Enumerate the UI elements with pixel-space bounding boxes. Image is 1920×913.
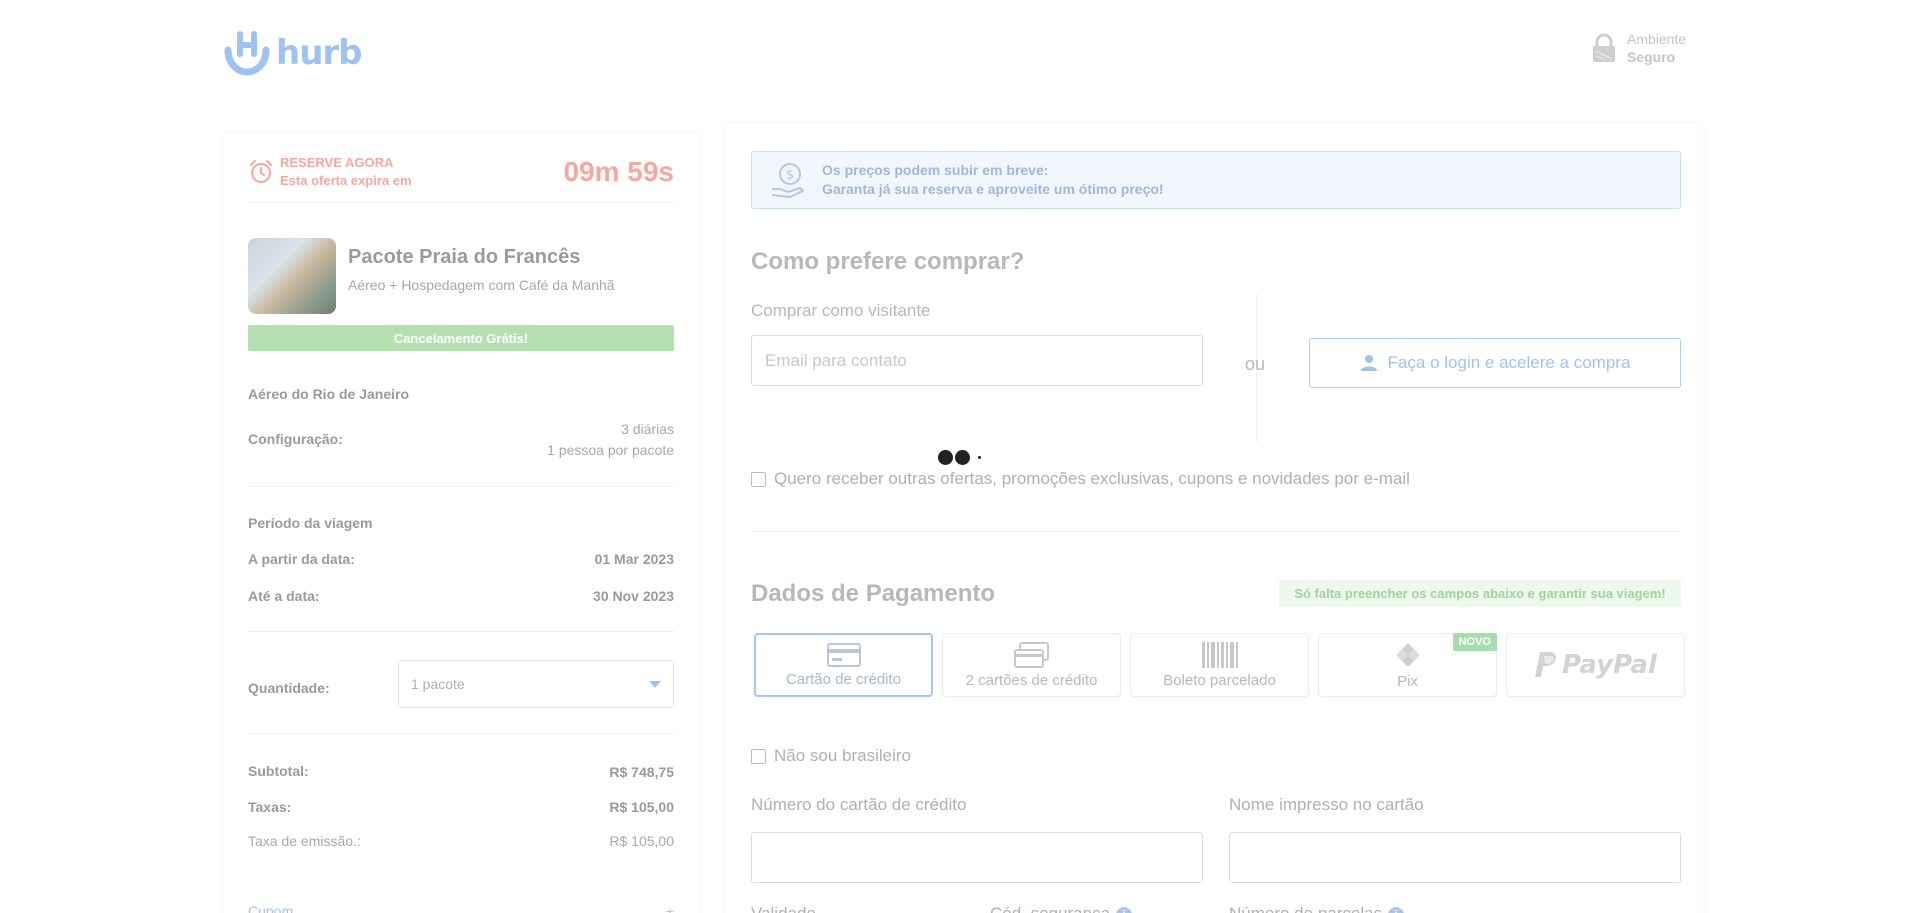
new-badge: NOVO — [1452, 633, 1497, 651]
section-divider — [751, 531, 1681, 532]
quantity-label: Quantidade: — [248, 680, 330, 696]
info-icon[interactable]: i — [1116, 906, 1133, 913]
config-value: 3 diárias 1 pessoa por pacote — [547, 419, 674, 461]
countdown: RESERVE AGORA Esta oferta expira em 09m … — [248, 153, 674, 203]
subtotal-label: Subtotal: — [248, 763, 309, 779]
coupon-label: Cupom — [248, 903, 294, 913]
free-cancellation-badge: Cancelamento Grátis! — [248, 325, 674, 351]
credit-card-icon — [826, 642, 861, 667]
brand-name: hurb — [276, 33, 363, 73]
security-code-text: Cód. segurança — [990, 904, 1110, 913]
payment-option-label: Cartão de crédito — [785, 670, 902, 688]
subtotal-value: R$ 748,75 — [609, 764, 674, 780]
coupon-toggle[interactable]: Cupom + — [248, 903, 674, 913]
newsletter-checkbox[interactable] — [751, 471, 766, 487]
checkout-form: $ Os preços podem subir em breve: Garant… — [725, 124, 1703, 913]
installments-label: Número de parcelas i — [1229, 904, 1405, 913]
paypal-logo: PayPal — [1534, 650, 1657, 680]
email-field[interactable] — [751, 335, 1203, 386]
card-number-field[interactable] — [751, 832, 1203, 883]
login-button[interactable]: Faça o login e acelere a compra — [1309, 338, 1681, 388]
to-date-label: Até a data: — [248, 588, 320, 604]
divider — [248, 631, 674, 632]
validity-label: Validade — [751, 904, 816, 913]
payment-option-label: Pix — [1397, 672, 1418, 690]
loader-dot — [938, 450, 953, 465]
hurb-smile-icon — [224, 31, 270, 76]
divider — [248, 486, 674, 487]
order-summary: RESERVE AGORA Esta oferta expira em 09m … — [223, 133, 699, 913]
config-label: Configuração: — [248, 431, 343, 447]
package-title: Pacote Praia do Francês — [348, 246, 581, 268]
divider — [248, 733, 674, 734]
emission-fee-label: Taxa de emissão.: — [248, 833, 361, 849]
package-info: Pacote Praia do Francês Aéreo + Hospedag… — [248, 238, 615, 314]
money-hand-icon: $ — [771, 163, 804, 198]
notice-line-1: Os preços podem subir em breve: — [822, 162, 1049, 178]
info-icon[interactable]: i — [1388, 906, 1405, 913]
countdown-value: 09m 59s — [563, 155, 674, 187]
payment-methods: Cartão de crédito 2 cartões de crédito B… — [754, 633, 1685, 697]
secure-line-1: Ambiente — [1627, 31, 1687, 47]
quantity-value: 1 pacote — [411, 676, 465, 692]
purchase-method-title: Como prefere comprar? — [751, 248, 1025, 275]
price-notice: $ Os preços podem subir em breve: Garant… — [751, 151, 1681, 209]
payment-hint: Só falta preencher os campos abaixo e ga… — [1279, 580, 1681, 607]
payment-option-pix[interactable]: NOVO Pix — [1318, 633, 1497, 697]
user-icon — [1360, 355, 1377, 371]
loader-dot — [978, 456, 981, 459]
paypal-p-icon — [1535, 652, 1556, 677]
flight-origin: Aéreo do Rio de Janeiro — [248, 386, 410, 402]
config-people: 1 pessoa por pacote — [547, 442, 674, 458]
notice-line-2: Garanta já sua reserva e aproveite um ót… — [822, 181, 1164, 197]
foreigner-checkbox[interactable] — [751, 748, 766, 764]
secure-environment: Ambiente Seguro — [1591, 30, 1686, 66]
countdown-subtitle: Esta oferta expira em — [280, 172, 412, 188]
package-thumbnail — [248, 238, 336, 314]
payment-option-label: 2 cartões de crédito — [965, 671, 1098, 689]
plus-icon: + — [665, 903, 674, 913]
installments-text: Número de parcelas — [1229, 904, 1382, 913]
pix-icon — [1395, 642, 1420, 667]
newsletter-label: Quero receber outras ofertas, promoções … — [774, 469, 1410, 488]
emission-fee-value: R$ 105,00 — [609, 833, 674, 849]
svg-text:$: $ — [786, 168, 794, 183]
foreigner-label: Não sou brasileiro — [774, 746, 912, 765]
payment-option-credit-card[interactable]: Cartão de crédito — [754, 633, 933, 697]
guest-checkout-label: Comprar como visitante — [751, 301, 931, 320]
from-date-value: 01 Mar 2023 — [594, 551, 674, 567]
newsletter-option[interactable]: Quero receber outras ofertas, promoções … — [751, 469, 1410, 489]
security-code-label: Cód. segurança i — [990, 904, 1133, 913]
loader-dot — [955, 450, 970, 465]
taxes-value: R$ 105,00 — [609, 799, 674, 815]
package-subtitle: Aéreo + Hospedagem com Café da Manhã — [348, 277, 615, 293]
taxes-label: Taxas: — [248, 799, 292, 815]
period-title: Período da viagem — [248, 515, 373, 531]
barcode-icon — [1201, 641, 1238, 668]
payment-option-label: Boleto parcelado — [1163, 671, 1276, 689]
alarm-clock-icon — [250, 159, 272, 183]
payment-option-two-cards[interactable]: 2 cartões de crédito — [942, 633, 1121, 697]
loading-indicator — [938, 450, 981, 465]
lock-icon — [1593, 33, 1615, 62]
payment-option-paypal[interactable]: PayPal — [1506, 633, 1685, 697]
two-cards-icon — [1013, 641, 1049, 668]
quantity-select[interactable]: 1 pacote — [398, 660, 674, 708]
payment-title: Dados de Pagamento — [751, 580, 996, 607]
card-number-label: Número do cartão de crédito — [751, 795, 967, 814]
secure-line-2: Seguro — [1627, 49, 1676, 65]
config-nights: 3 diárias — [621, 421, 674, 437]
from-date-label: A partir da data: — [248, 551, 355, 567]
to-date-value: 30 Nov 2023 — [593, 588, 674, 604]
payment-option-boleto[interactable]: Boleto parcelado — [1130, 633, 1309, 697]
foreigner-option[interactable]: Não sou brasileiro — [751, 746, 911, 766]
chevron-down-icon — [649, 680, 661, 688]
hurb-logo[interactable]: hurb — [222, 30, 363, 76]
countdown-title: RESERVE AGORA — [280, 154, 394, 170]
card-name-field[interactable] — [1229, 832, 1681, 883]
card-name-label: Nome impresso no cartão — [1229, 795, 1424, 814]
paypal-wordmark: PayPal — [1562, 650, 1657, 680]
or-separator: ou — [1245, 354, 1266, 374]
login-button-label: Faça o login e acelere a compra — [1387, 353, 1631, 372]
